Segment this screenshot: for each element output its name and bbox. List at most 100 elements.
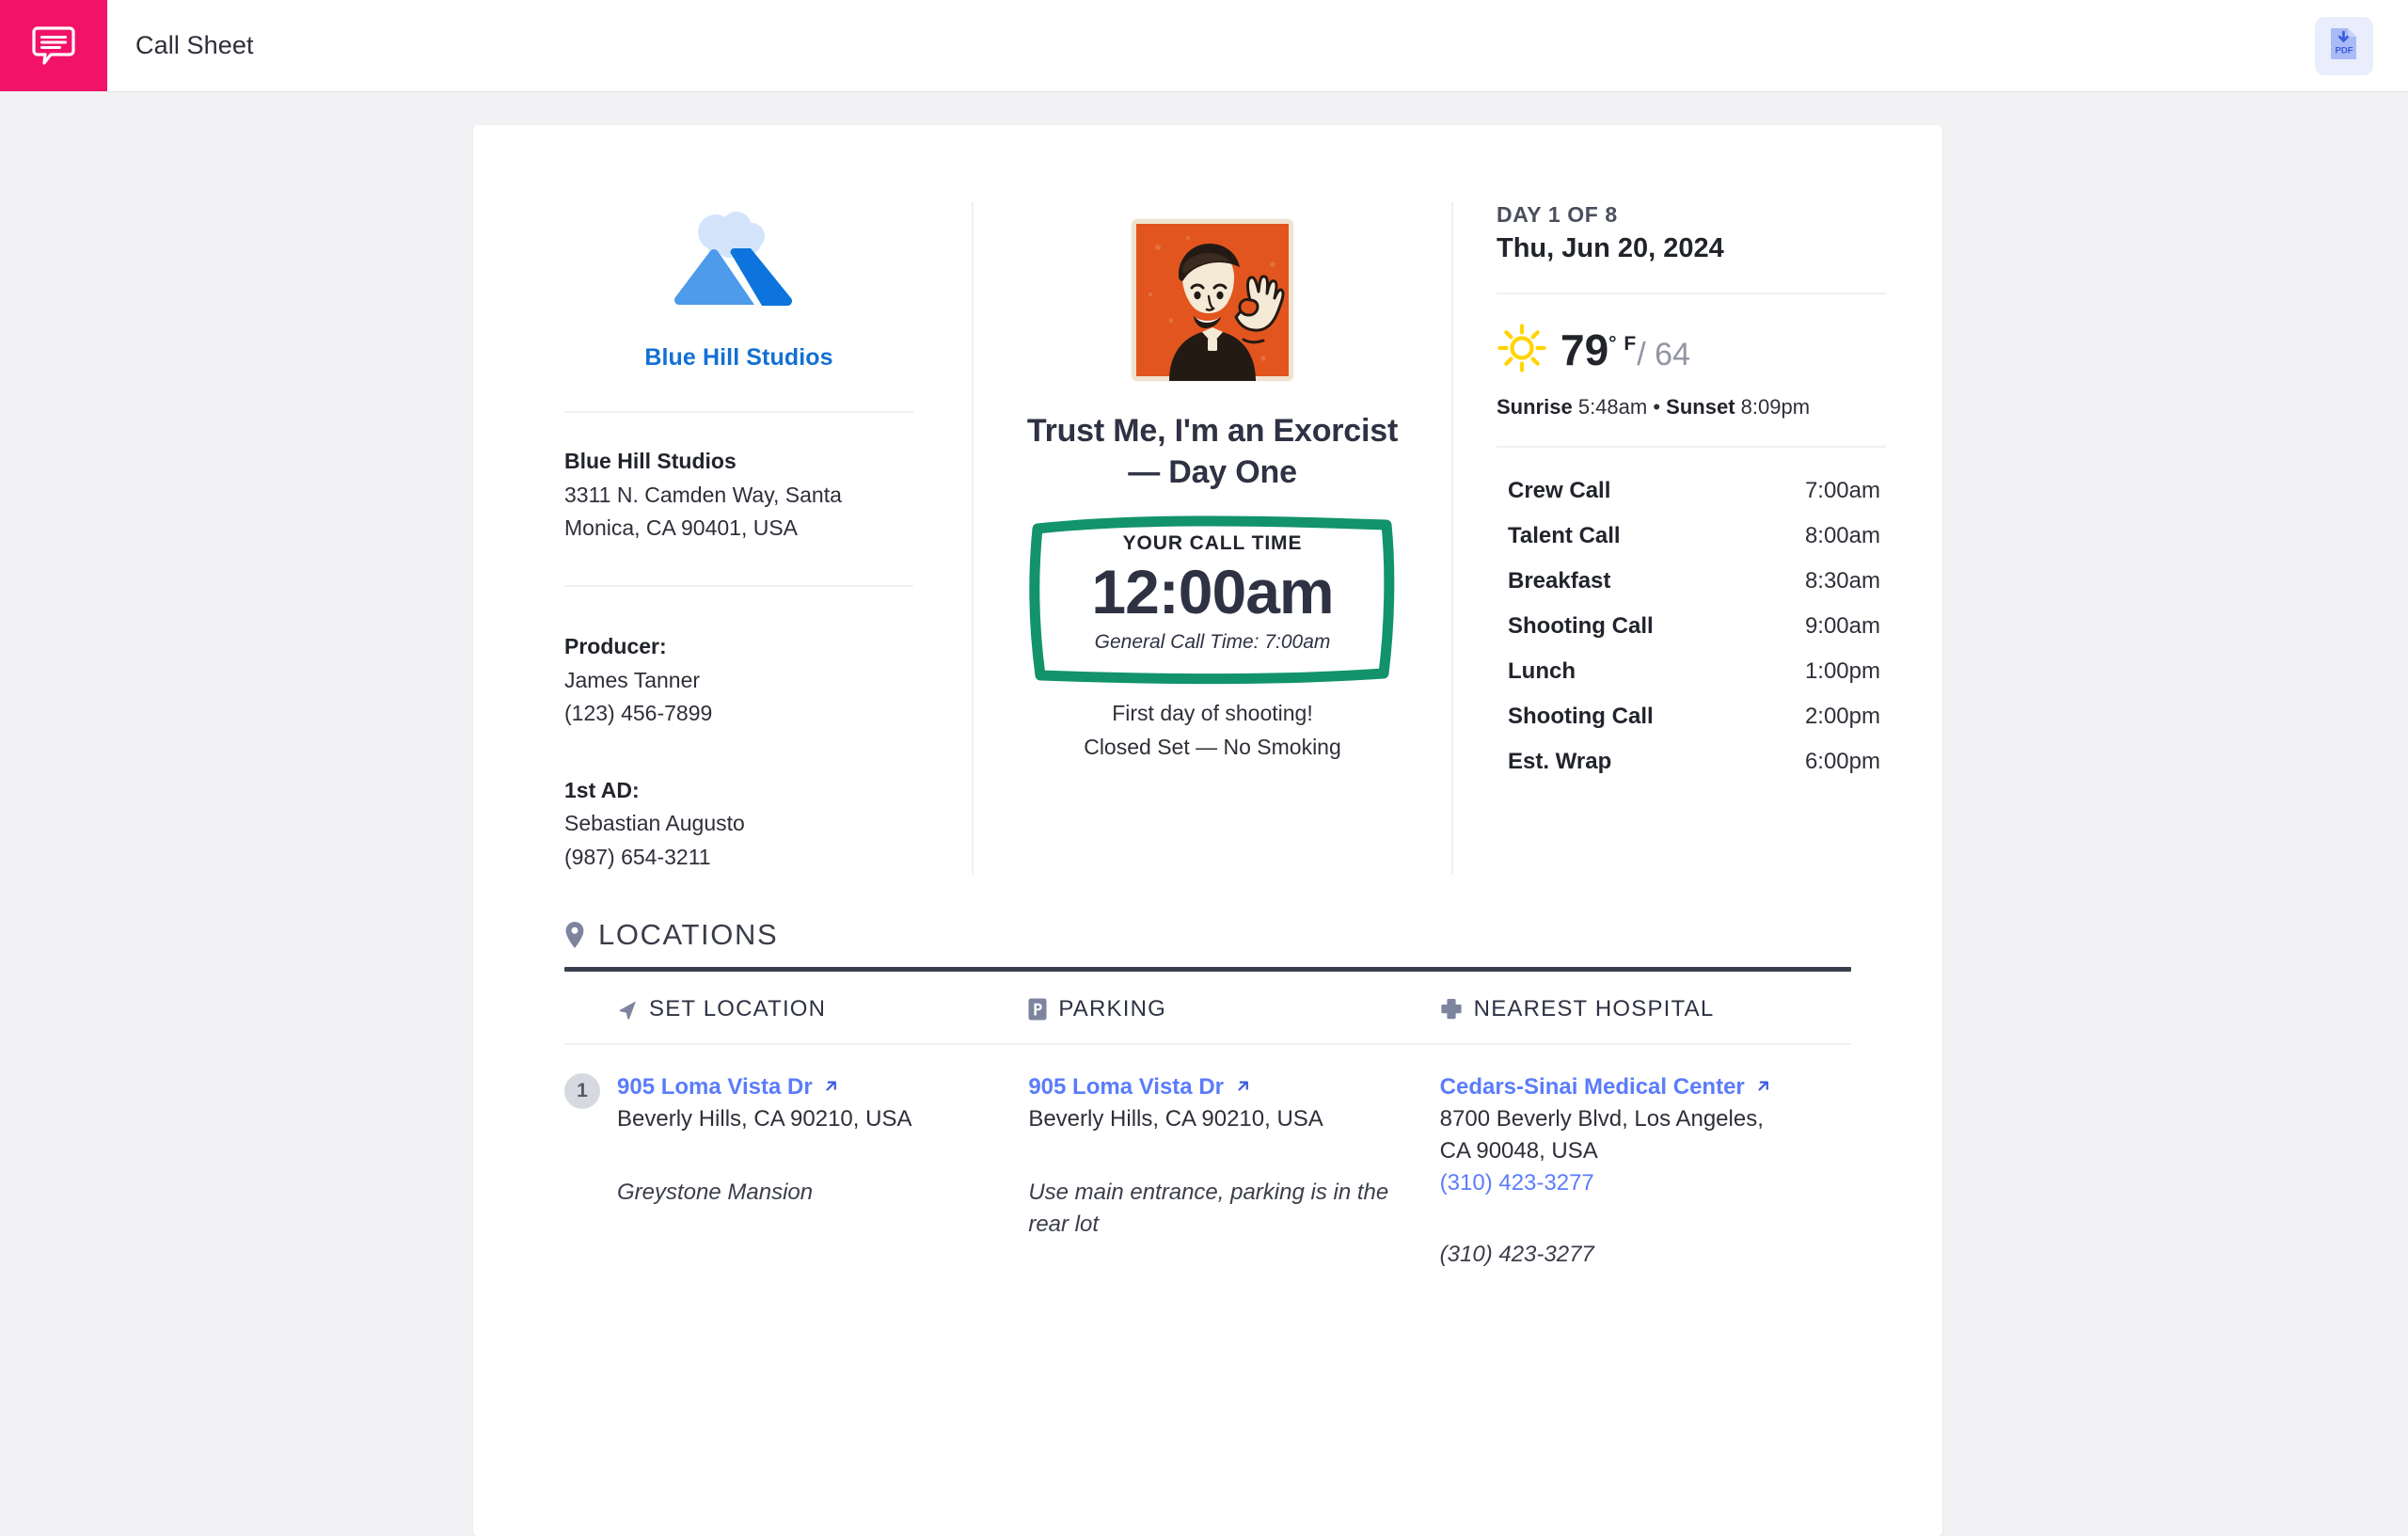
contact-phone: (123) 456-7899 (564, 701, 713, 726)
schedule-item-time: 2:00pm (1804, 704, 1880, 729)
schedule-row: Breakfast 8:30am (1497, 559, 1886, 604)
company-address-line-1: 3311 N. Camden Way, Santa (564, 482, 842, 507)
production-poster (1132, 219, 1293, 381)
production-column: Trust Me, I'm an Exorcist — Day One YOUR… (972, 202, 1453, 875)
cell-nearest-hospital: Cedars-Sinai Medical Center 8700 Beverly… (1440, 1071, 1851, 1271)
contact-name: James Tanner (564, 667, 701, 692)
schedule-row: Crew Call 7:00am (1497, 468, 1886, 514)
schedule-row: Lunch 1:00pm (1497, 649, 1886, 694)
sunrise-sunset: Sunrise 5:48am • Sunset 8:09pm (1497, 395, 1886, 420)
external-link-arrow-icon (1228, 1074, 1251, 1100)
download-pdf-button[interactable]: PDF (2315, 16, 2373, 75)
schedule-item-time: 1:00pm (1804, 658, 1880, 684)
company-logo-name: Blue Hill Studios (644, 344, 833, 371)
contacts-divider (564, 584, 913, 587)
locations-heading: LOCATIONS (564, 918, 1851, 952)
sun-separator: • (1653, 395, 1661, 419)
temperature-readout: 79° F/ 64 (1560, 328, 1690, 373)
set-location-note: Greystone Mansion (617, 1179, 814, 1205)
schedule-item-name: Talent Call (1508, 523, 1621, 548)
contact-first-ad: 1st AD: Sebastian Augusto (987) 654-3211 (564, 774, 913, 875)
speech-bubble-icon (32, 25, 75, 66)
schedule-divider (1497, 446, 1886, 448)
locations-header-row: SET LOCATION PARKING NEAREST HOSPITAL (564, 972, 1851, 1045)
company-divider (564, 411, 913, 413)
top-bar: Call Sheet PDF (0, 0, 2408, 92)
production-notes: First day of shooting! Closed Set — No S… (1084, 697, 1341, 764)
schedule-item-name: Crew Call (1508, 478, 1611, 503)
production-note-line-1: First day of shooting! (1112, 701, 1313, 726)
locations-section: LOCATIONS SET LOCATION PARKING NEAREST H… (473, 918, 1942, 1327)
sunset-label: Sunset (1666, 395, 1735, 419)
hospital-address-line-2: CA 90048, USA (1439, 1137, 1598, 1164)
call-time-label: YOUR CALL TIME (1122, 532, 1303, 555)
production-note-line-2: Closed Set — No Smoking (1084, 734, 1341, 759)
column-header-parking: PARKING (1028, 996, 1439, 1022)
company-column: Blue Hill Studios Blue Hill Studios 3311… (473, 202, 972, 875)
column-header-set-location: SET LOCATION (617, 996, 1028, 1022)
sunset-time: 8:09pm (1740, 395, 1811, 419)
parking-link-label: 905 Loma Vista Dr (1028, 1073, 1224, 1100)
cell-parking: 905 Loma Vista Dr Beverly Hills, CA 9021… (1028, 1071, 1439, 1271)
blue-hill-studios-logo-icon (664, 206, 815, 325)
company-info: Blue Hill Studios 3311 N. Camden Way, Sa… (564, 445, 913, 546)
schedule-item-name: Shooting Call (1508, 613, 1654, 639)
app-logo-tile[interactable] (0, 0, 107, 91)
weather-block: 79° F/ 64 (1497, 323, 1886, 378)
call-sheet-card: Blue Hill Studios Blue Hill Studios 3311… (473, 125, 1942, 1536)
table-row: 1 905 Loma Vista Dr Beverly Hills, CA 90… (564, 1045, 1851, 1271)
row-number-gutter (564, 996, 617, 1022)
contact-name: Sebastian Augusto (564, 811, 745, 836)
schedule-row: Shooting Call 2:00pm (1497, 694, 1886, 739)
set-location-link[interactable]: 905 Loma Vista Dr (617, 1074, 839, 1100)
hospital-phone-link[interactable]: (310) 423-3277 (1440, 1170, 1594, 1196)
sun-icon (1497, 323, 1547, 378)
hospital-address-line-1: 8700 Beverly Blvd, Los Angeles, (1439, 1105, 1764, 1132)
navigation-arrow-icon (617, 999, 638, 1020)
parking-link[interactable]: 905 Loma Vista Dr (1028, 1074, 1250, 1100)
parking-address: Beverly Hills, CA 90210, USA (1028, 1105, 1323, 1132)
call-time-value: 12:00am (1091, 557, 1334, 627)
company-name: Blue Hill Studios (564, 449, 737, 473)
hospital-link[interactable]: Cedars-Sinai Medical Center (1440, 1074, 1772, 1100)
schedule-row: Shooting Call 9:00am (1497, 604, 1886, 649)
schedule-item-name: Shooting Call (1508, 704, 1654, 729)
sunrise-time: 5:48am (1577, 395, 1648, 419)
schedule-item-time: 9:00am (1804, 613, 1880, 639)
external-link-arrow-icon (1750, 1074, 1772, 1100)
your-call-time-box: YOUR CALL TIME 12:00am General Call Time… (1028, 514, 1397, 685)
exorcist-priest-poster-icon (1132, 219, 1293, 381)
schedule-item-time: 8:00am (1804, 523, 1880, 548)
schedule-row: Est. Wrap 6:00pm (1497, 739, 1886, 784)
temp-low: / 64 (1637, 336, 1690, 372)
schedule-item-time: 6:00pm (1804, 749, 1880, 774)
column-header-nearest-hospital: NEAREST HOSPITAL (1440, 996, 1851, 1022)
map-pin-icon (564, 921, 585, 949)
locations-table: SET LOCATION PARKING NEAREST HOSPITAL 1 … (564, 972, 1851, 1271)
column-header-label: NEAREST HOSPITAL (1473, 995, 1715, 1021)
weather-divider-top (1497, 293, 1886, 294)
sunrise-label: Sunrise (1497, 395, 1573, 419)
production-title: Trust Me, I'm an Exorcist — Day One (1026, 413, 1399, 490)
contact-role: Producer: (564, 633, 667, 658)
pdf-label: PDF (2336, 46, 2353, 56)
call-time-content: YOUR CALL TIME 12:00am General Call Time… (1028, 532, 1397, 654)
column-header-label: SET LOCATION (649, 995, 827, 1021)
pdf-download-icon: PDF (2330, 27, 2358, 64)
company-logo-block: Blue Hill Studios (564, 202, 913, 372)
sheet-header: Blue Hill Studios Blue Hill Studios 3311… (473, 125, 1942, 875)
parking-p-icon (1028, 998, 1047, 1021)
shoot-date: Thu, Jun 20, 2024 (1497, 233, 1724, 263)
set-location-address: Beverly Hills, CA 90210, USA (617, 1105, 912, 1132)
temp-high: 79 (1560, 325, 1609, 374)
schedule-item-name: Lunch (1508, 658, 1576, 684)
location-index-badge: 1 (564, 1072, 600, 1109)
hospital-note: (310) 423-3277 (1439, 1242, 1594, 1268)
contact-phone: (987) 654-3211 (564, 845, 711, 870)
parking-note: Use main entrance, parking is in the rea… (1028, 1179, 1389, 1237)
contact-role: 1st AD: (564, 777, 640, 802)
cell-set-location: 905 Loma Vista Dr Beverly Hills, CA 9021… (617, 1071, 1028, 1271)
external-link-arrow-icon (817, 1074, 840, 1100)
general-call-time: General Call Time: 7:00am (1094, 631, 1331, 654)
